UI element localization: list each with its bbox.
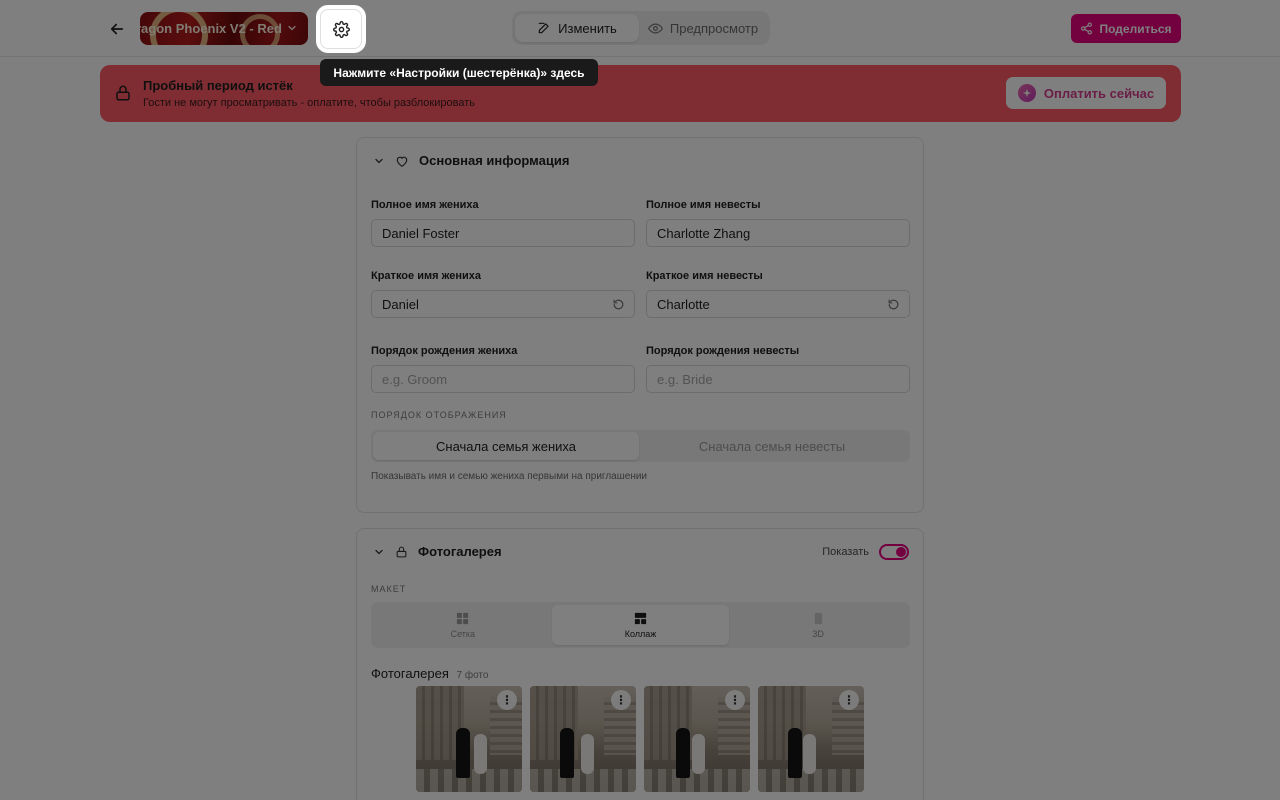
gear-icon [332, 20, 350, 38]
settings-gear-button[interactable] [320, 9, 362, 49]
onboarding-tooltip: Нажмите «Настройки (шестерёнка)» здесь [320, 59, 598, 86]
onboarding-overlay [0, 0, 1280, 800]
